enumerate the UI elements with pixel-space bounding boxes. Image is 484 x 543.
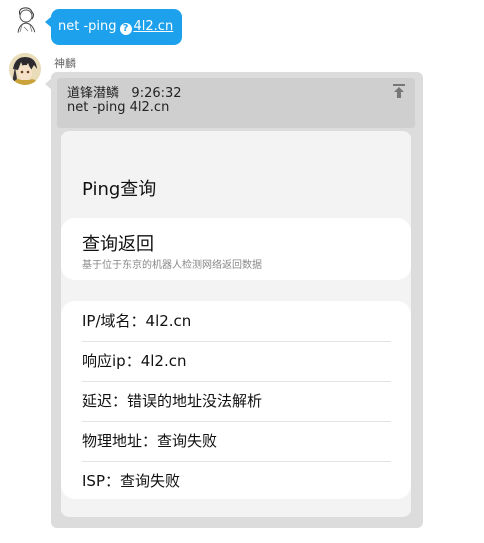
command-text: net -ping	[58, 19, 117, 34]
sender-name: 神麟	[54, 57, 76, 70]
result-row-latency: 延迟：错误的地址没法解析	[82, 381, 391, 422]
help-circle-icon: ?	[119, 23, 132, 35]
quoted-reply[interactable]: 道锋潜鳞 9:26:32 net -ping 4l2.cn	[57, 78, 415, 128]
pin-top-icon[interactable]	[393, 84, 405, 98]
result-row-location: 物理地址：查询失败	[82, 421, 391, 462]
bot-avatar[interactable]	[9, 53, 41, 85]
message-link[interactable]: 4l2.cn	[134, 19, 174, 34]
section-subtitle: 基于位于东京的机器人检测网络返回数据	[82, 260, 262, 271]
query-return-section: 查询返回 基于位于东京的机器人检测网络返回数据	[61, 218, 411, 280]
quote-text: net -ping 4l2.cn	[67, 100, 170, 115]
user-avatar[interactable]	[11, 5, 41, 35]
result-row-response-ip: 响应ip：4l2.cn	[82, 341, 391, 382]
result-list: IP/域名：4l2.cn 响应ip：4l2.cn 延迟：错误的地址没法解析 物理…	[61, 301, 411, 499]
anime-avatar-icon	[9, 53, 41, 85]
quote-time: 9:26:32	[131, 86, 182, 101]
card-title: Ping查询	[82, 179, 157, 200]
section-title: 查询返回	[82, 234, 154, 255]
outgoing-message-bubble[interactable]: net -ping? 4l2.cn	[51, 9, 182, 45]
result-row-host: IP/域名：4l2.cn	[82, 301, 391, 342]
quote-author: 道锋潜鳞	[67, 86, 120, 101]
quote-header: 道锋潜鳞 9:26:32	[67, 82, 182, 101]
result-panel: Ping查询 查询返回 基于位于东京的机器人检测网络返回数据 IP/域名：4l2…	[61, 131, 411, 517]
result-row-isp: ISP：查询失败	[82, 472, 180, 490]
sketch-avatar-icon	[17, 7, 36, 34]
